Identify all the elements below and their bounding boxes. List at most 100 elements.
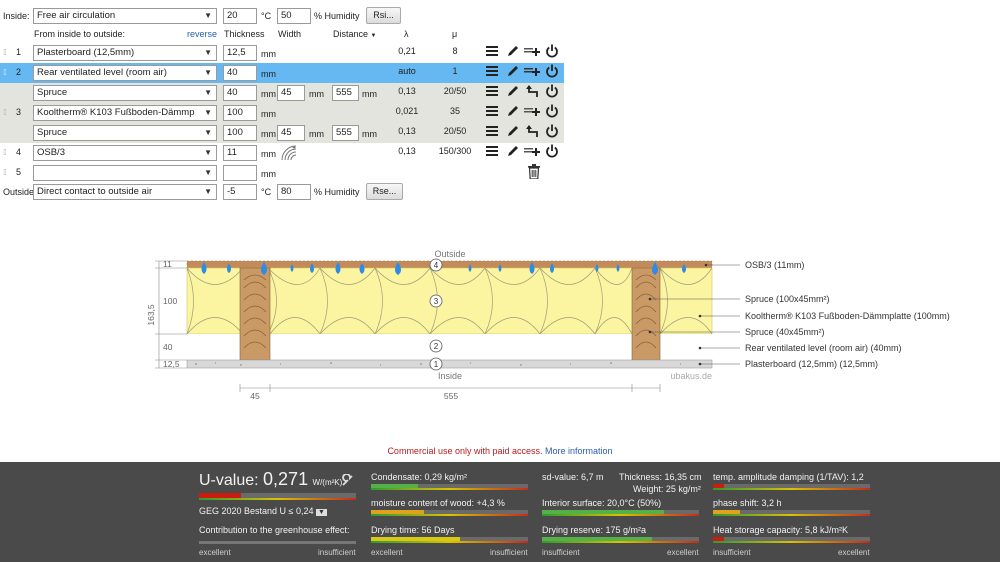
add-layer-icon[interactable] <box>524 144 540 158</box>
outside-row: Outside Direct contact to outside air ▼ -… <box>0 182 564 202</box>
power-icon[interactable] <box>545 64 559 79</box>
drag-handle-icon[interactable]: ⁞⁞ <box>3 108 7 117</box>
layer-actions <box>486 124 562 142</box>
legend-plasterboard: Plasterboard (12,5mm) (12,5mm) <box>745 359 878 369</box>
layer-width-input[interactable]: 45 <box>277 85 305 101</box>
commercial-notice: Commercial use only with paid access. Mo… <box>0 446 1000 456</box>
scale-insufficient: insufficient <box>490 548 528 557</box>
menu-icon[interactable] <box>486 144 498 158</box>
layer-number: 1 <box>16 47 22 57</box>
drag-handle-icon[interactable]: ⁞⁞ <box>3 48 7 57</box>
menu-icon[interactable] <box>486 104 498 118</box>
add-layer-icon[interactable] <box>524 104 540 118</box>
layer-marker-2: 2 <box>434 342 439 351</box>
layer-mu: 1 <box>452 66 458 76</box>
edit-pencil-icon[interactable] <box>506 64 519 78</box>
layer-material-select[interactable]: OSB/3 ▼ <box>33 145 217 161</box>
layer-material-select[interactable]: Kooltherm® K103 Fußboden-Dämmp ▼ <box>33 105 217 121</box>
inside-humidity-input[interactable]: 50 <box>277 8 311 24</box>
menu-icon[interactable] <box>486 64 498 78</box>
outside-humidity-input[interactable]: 80 <box>277 184 311 200</box>
distance-header[interactable]: Distance ▼ <box>333 28 376 42</box>
phase-shift-label: phase shift: 3,2 h <box>713 498 782 508</box>
undo-arrow-icon[interactable] <box>526 84 540 98</box>
diagram-outside-label: Outside <box>434 249 465 259</box>
wrench-icon[interactable] <box>341 474 354 487</box>
rsi-button[interactable]: Rsi... <box>366 7 401 24</box>
moisture-bar <box>371 510 528 516</box>
geg-requirement[interactable]: GEG 2020 Bestand U ≤ 0,24 ▼ <box>199 505 327 519</box>
edit-pencil-icon[interactable] <box>506 144 519 158</box>
outside-temp-input[interactable]: -5 <box>223 184 257 200</box>
layer-thickness-input[interactable]: 40 <box>223 65 257 81</box>
more-information-link[interactable]: More information <box>545 446 613 456</box>
layer-mu: 20/50 <box>443 126 467 136</box>
thickness-result: Thickness: 16,35 cm <box>619 472 702 482</box>
add-layer-icon[interactable] <box>524 64 540 78</box>
layer-material-select[interactable]: Spruce ▼ <box>33 85 217 101</box>
plasterboard-layer <box>186 359 713 369</box>
scale-excellent: excellent <box>838 548 870 557</box>
layer-distance-input[interactable]: 555 <box>332 125 359 141</box>
power-icon[interactable] <box>545 124 559 139</box>
power-icon[interactable] <box>545 44 559 59</box>
scale-excellent: excellent <box>199 548 231 557</box>
scale-insufficient: insufficient <box>542 548 580 557</box>
drag-handle-icon[interactable]: ⁞⁞ <box>3 168 7 177</box>
thickness-unit: mm <box>261 129 276 139</box>
layer-thickness-input[interactable]: 100 <box>223 105 257 121</box>
outside-label: Outside <box>3 187 35 197</box>
inside-humidity-unit: % Humidity <box>314 11 360 21</box>
inside-temp-input[interactable]: 20 <box>223 8 257 24</box>
layer-material-select[interactable]: Spruce ▼ <box>33 125 217 141</box>
legend-spruce-40: Spruce (40x45mm²) <box>745 327 825 337</box>
layer-distance-input[interactable]: 555 <box>332 85 359 101</box>
power-icon[interactable] <box>545 84 559 99</box>
layer-material-select[interactable]: Plasterboard (12,5mm) ▼ <box>33 45 217 61</box>
outside-climate-select[interactable]: Direct contact to outside air ▼ <box>33 184 217 200</box>
scale-excellent: excellent <box>371 548 403 557</box>
ventilation-icon[interactable]: + <box>280 144 298 162</box>
notice-text: Commercial use only with paid access. <box>387 446 543 456</box>
drag-handle-icon[interactable]: ⁞⁞ <box>3 68 7 77</box>
thickness-unit: mm <box>261 169 276 179</box>
from-inside-label: From inside to outside: <box>34 29 126 39</box>
drying-time-label: Drying time: 56 Days <box>371 525 455 535</box>
layer-material-select[interactable]: Rear ventilated level (room air) ▼ <box>33 65 217 81</box>
u-value-label: U-value: 0,271 W/(m²K) <box>199 469 343 489</box>
weight-result: Weight: 25 kg/m² <box>633 484 701 494</box>
power-icon[interactable] <box>545 104 559 119</box>
drag-handle-icon[interactable]: ⁞⁞ <box>3 148 7 157</box>
layer-number: 3 <box>16 107 22 117</box>
layer-material-select[interactable]: ▼ <box>33 165 217 181</box>
edit-pencil-icon[interactable] <box>506 124 519 138</box>
layer-width-input[interactable]: 45 <box>277 125 305 141</box>
edit-pencil-icon[interactable] <box>506 84 519 98</box>
layer-thickness-input[interactable]: 100 <box>223 125 257 141</box>
diagram-inside-label: Inside <box>438 371 462 381</box>
dim-stud-distance: 555 <box>444 391 458 401</box>
edit-pencil-icon[interactable] <box>506 44 519 58</box>
undo-arrow-icon[interactable] <box>526 124 540 138</box>
power-icon[interactable] <box>545 144 559 159</box>
layer-thickness-input[interactable] <box>223 165 257 181</box>
trash-icon[interactable] <box>528 164 540 179</box>
layer-thickness-input[interactable]: 12,5 <box>223 45 257 61</box>
reverse-link[interactable]: reverse <box>187 28 217 40</box>
menu-icon[interactable] <box>486 44 498 58</box>
legend-air-gap: Rear ventilated level (room air) (40mm) <box>745 343 902 353</box>
dim-total: 163,5 <box>146 304 156 326</box>
rse-button[interactable]: Rse... <box>366 183 403 200</box>
layer-lambda: 0,21 <box>398 46 416 56</box>
layer-thickness-input[interactable]: 40 <box>223 85 257 101</box>
menu-icon[interactable] <box>486 84 498 98</box>
thickness-unit: mm <box>261 69 276 79</box>
interior-surface-label: Interior surface: 20,0°C (50%) <box>542 498 662 508</box>
edit-pencil-icon[interactable] <box>506 104 519 118</box>
menu-icon[interactable] <box>486 124 498 138</box>
mu-header: μ <box>452 29 458 39</box>
inside-climate-select[interactable]: Free air circulation ▼ <box>33 8 217 24</box>
results-panel: U-value: 0,271 W/(m²K) GEG 2020 Bestand … <box>0 462 1000 562</box>
add-layer-icon[interactable] <box>524 44 540 58</box>
layer-thickness-input[interactable]: 11 <box>223 145 257 161</box>
